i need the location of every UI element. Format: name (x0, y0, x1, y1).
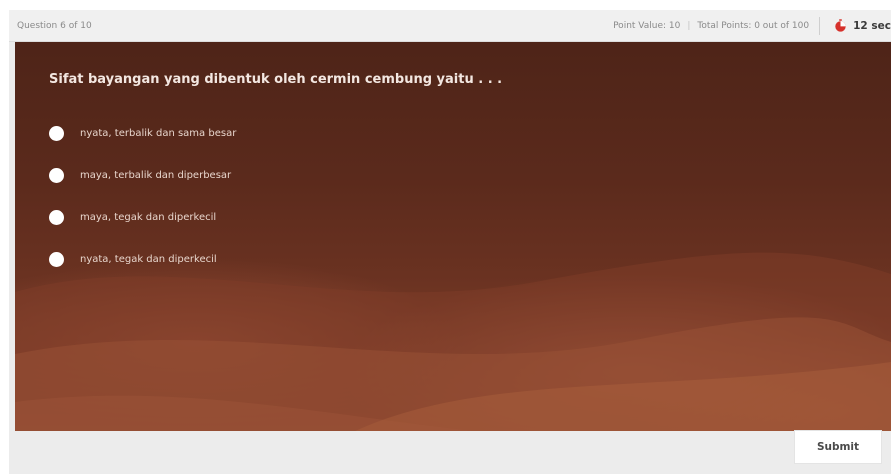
question-counter: Question 6 of 10 (17, 20, 92, 31)
point-value: Point Value: 10 (613, 20, 681, 31)
quiz-frame: Question 6 of 10 Point Value: 10 | Total… (9, 10, 891, 474)
answer-option-label: nyata, tegak dan diperkecil (80, 253, 217, 265)
quiz-header: Question 6 of 10 Point Value: 10 | Total… (9, 10, 891, 42)
answer-option-d[interactable]: nyata, tegak dan diperkecil (49, 248, 236, 270)
submit-button[interactable]: Submit (794, 430, 882, 464)
stopwatch-icon (835, 19, 846, 32)
header-divider (819, 16, 821, 35)
radio-button[interactable] (49, 209, 64, 225)
answer-option-label: maya, tegak dan diperkecil (80, 211, 217, 223)
question-text: Sifat bayangan yang dibentuk oleh cermin… (49, 72, 503, 87)
score-area: Point Value: 10 | Total Points: 0 out of… (613, 10, 891, 41)
answer-options: nyata, terbalik dan sama besar maya, ter… (49, 122, 236, 290)
timer: 12 sec (834, 19, 891, 32)
answer-option-label: nyata, terbalik dan sama besar (80, 127, 237, 139)
question-panel: Sifat bayangan yang dibentuk oleh cermin… (15, 42, 891, 431)
header-separator: | (687, 20, 691, 31)
answer-option-label: maya, terbalik dan diperbesar (80, 169, 232, 181)
timer-label: 12 sec (853, 19, 891, 32)
radio-button[interactable] (49, 251, 64, 267)
answer-option-a[interactable]: nyata, terbalik dan sama besar (49, 122, 236, 144)
answer-option-b[interactable]: maya, terbalik dan diperbesar (49, 164, 236, 186)
answer-option-c[interactable]: maya, tegak dan diperkecil (49, 206, 236, 228)
total-points: Total Points: 0 out of 100 (697, 20, 810, 31)
radio-button[interactable] (49, 125, 64, 141)
radio-button[interactable] (49, 167, 64, 183)
